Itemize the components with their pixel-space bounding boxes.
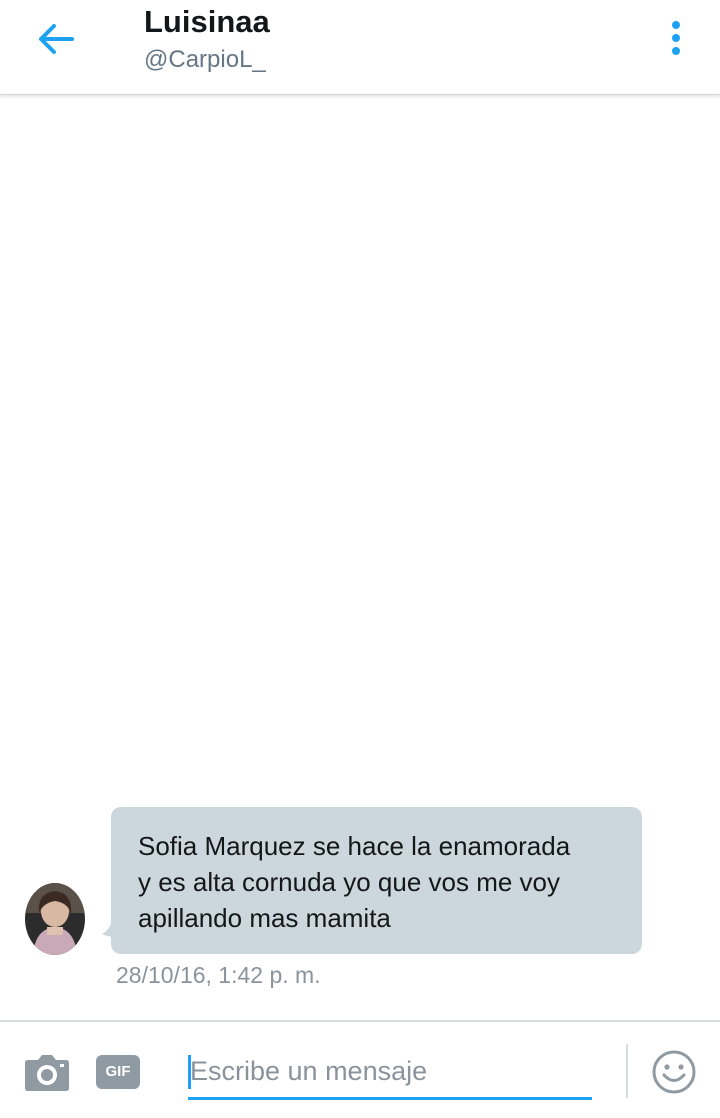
message-text: Sofia Marquez se hace la enamorada y es … — [138, 831, 571, 933]
message-timestamp: 28/10/16, 1:42 p. m. — [116, 962, 321, 988]
camera-button[interactable] — [24, 1054, 70, 1092]
arrow-left-icon — [39, 24, 74, 54]
message-composer: GIF — [0, 1020, 720, 1118]
gif-button[interactable]: GIF — [96, 1055, 140, 1089]
message-input[interactable] — [188, 1046, 592, 1100]
more-vertical-icon — [672, 21, 680, 55]
contact-name: Luisinaa — [144, 4, 270, 39]
emoji-button[interactable] — [651, 1049, 697, 1095]
more-options-button[interactable] — [660, 18, 692, 60]
avatar-photo — [25, 883, 85, 955]
back-button[interactable] — [32, 18, 80, 60]
contact-handle: @CarpioL_ — [144, 46, 266, 73]
smiley-icon — [652, 1050, 696, 1094]
text-cursor — [188, 1055, 191, 1089]
camera-icon — [25, 1055, 69, 1091]
conversation-header: Luisinaa @CarpioL_ — [0, 0, 720, 95]
sender-avatar[interactable] — [25, 883, 85, 955]
composer-divider — [626, 1044, 628, 1098]
message-bubble[interactable]: Sofia Marquez se hace la enamorada y es … — [111, 807, 642, 954]
